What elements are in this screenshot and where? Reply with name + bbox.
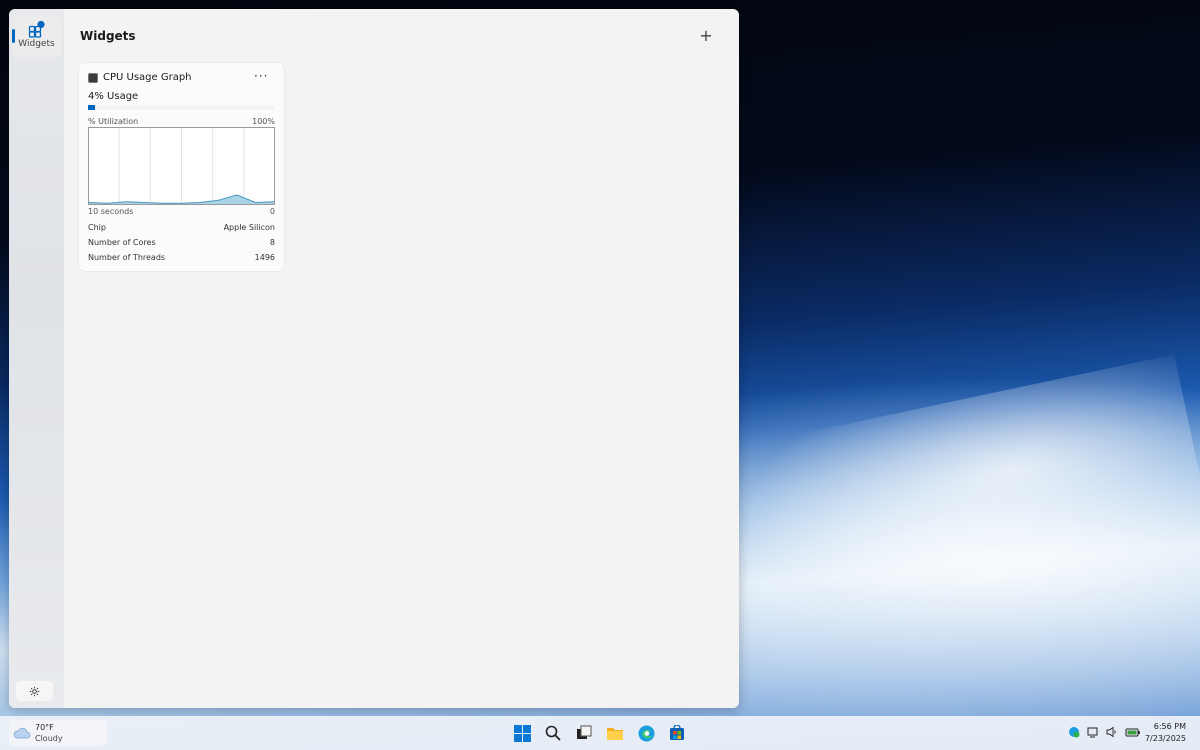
network-icon xyxy=(1087,727,1098,738)
gear-icon xyxy=(29,686,40,696)
network-button[interactable] xyxy=(1087,726,1099,738)
windows-logo-icon xyxy=(513,724,531,742)
utilization-label: % Utilization xyxy=(88,117,139,126)
speaker-icon xyxy=(1106,726,1116,738)
usage-bar-fill xyxy=(88,105,96,110)
graph-axis-left-label: 10 seconds xyxy=(88,207,134,216)
info-row-threads: Number of Threads 1496 xyxy=(88,253,275,262)
selected-indicator xyxy=(12,29,15,43)
more-options-button[interactable]: ··· xyxy=(254,69,268,83)
card-header: CPU Usage Graph xyxy=(88,72,192,83)
sidebar-item-widgets[interactable]: Widgets xyxy=(12,15,61,57)
task-view-button[interactable] xyxy=(575,724,593,742)
sidebar-item-label: Widgets xyxy=(18,39,55,49)
sidebar: Widgets xyxy=(9,9,64,708)
start-button[interactable] xyxy=(513,724,531,742)
usage-text: 4% Usage xyxy=(88,91,139,102)
chip-icon xyxy=(88,72,98,83)
widgets-icon xyxy=(28,20,45,38)
info-value: Apple Silicon xyxy=(223,223,275,232)
battery-icon xyxy=(1125,728,1140,737)
settings-button[interactable] xyxy=(16,681,53,701)
cpu-graph xyxy=(88,127,275,205)
cloud-icon xyxy=(13,727,31,739)
weather-condition: Cloudy xyxy=(35,734,63,743)
tray-app-button[interactable] xyxy=(1068,726,1080,738)
weather-widget[interactable]: 70°F Cloudy xyxy=(9,720,107,746)
info-value: 1496 xyxy=(254,253,275,262)
info-label: Number of Threads xyxy=(88,253,166,262)
clock[interactable]: 6:56 PM 7/23/2025 xyxy=(1145,721,1186,745)
search-button[interactable] xyxy=(544,724,562,742)
taskbar: 70°F Cloudy 6:56 PM 7/23/2025 xyxy=(0,716,1200,750)
utilization-max-label: 100% xyxy=(252,117,275,126)
widgets-window: Widgets Widgets + CPU Usage Graph ··· 4%… xyxy=(9,9,739,708)
search-icon xyxy=(545,725,561,741)
info-label: Chip xyxy=(88,223,106,232)
page-title: Widgets xyxy=(80,29,136,43)
info-label: Number of Cores xyxy=(88,238,156,247)
info-value: 8 xyxy=(269,238,275,247)
edge-icon xyxy=(638,725,654,741)
store-icon xyxy=(670,725,684,740)
desktop-wallpaper xyxy=(724,354,1200,646)
info-row-chip: Chip Apple Silicon xyxy=(88,223,275,232)
info-row-cores: Number of Cores 8 xyxy=(88,238,275,247)
microsoft-store-button[interactable] xyxy=(668,724,686,742)
add-widget-button[interactable]: + xyxy=(697,27,715,45)
system-tray xyxy=(1068,726,1141,738)
task-view-icon xyxy=(577,725,592,739)
cpu-usage-widget: CPU Usage Graph ··· 4% Usage % Utilizati… xyxy=(79,63,284,271)
volume-button[interactable] xyxy=(1106,726,1118,738)
clock-date: 7/23/2025 xyxy=(1144,734,1186,743)
graph-axis-right-label: 0 xyxy=(269,207,275,216)
folder-icon xyxy=(607,728,623,740)
clock-time: 6:56 PM xyxy=(1153,722,1186,731)
taskbar-apps xyxy=(513,724,686,742)
battery-button[interactable] xyxy=(1125,726,1141,738)
card-title: CPU Usage Graph xyxy=(103,72,192,83)
usage-bar xyxy=(88,105,274,110)
weather-temperature: 70°F xyxy=(35,723,54,732)
sync-status-icon xyxy=(1069,727,1080,738)
file-explorer-button[interactable] xyxy=(606,724,624,742)
edge-browser-button[interactable] xyxy=(637,724,655,742)
